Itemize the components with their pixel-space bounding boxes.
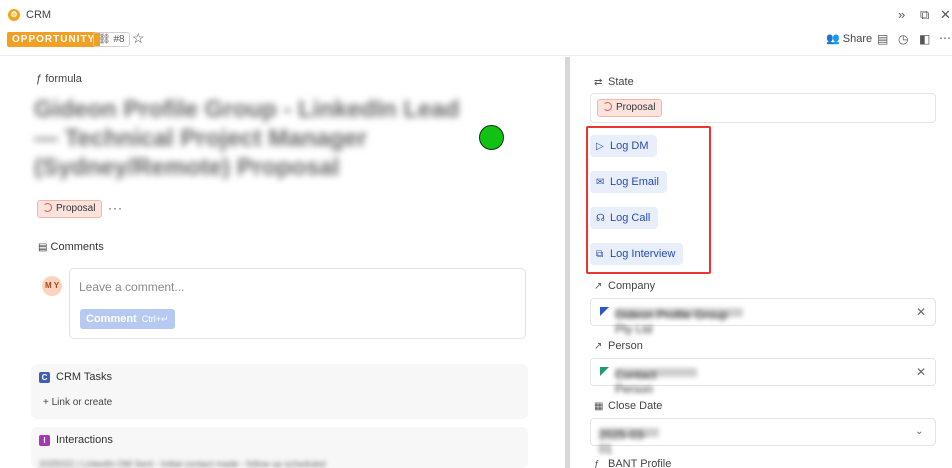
interactions-section: I Interactions 2025022 | LinkedIn DM Sen… [31,427,528,468]
crm-tasks-icon: C [39,372,50,383]
comment-icon[interactable]: ▤ [877,31,888,47]
people-icon: 👥 [826,33,840,45]
link-or-create-label: Link or create [51,397,113,408]
comments-heading: ▤ Comments [38,241,104,253]
company-value: Gideon Profile Group Pty Ltd [615,308,743,336]
close-date-label-text: Close Date [608,400,663,412]
record-title[interactable]: Gideon Profile Group - LinkedIn Lead — T… [26,91,476,179]
expand-icon[interactable]: ⧉ [920,7,929,23]
history-icon[interactable]: ◷ [898,31,908,47]
progress-ring-icon [43,203,52,212]
state-field[interactable]: Proposal [590,93,936,123]
link-or-create-button[interactable]: + Link or create [43,397,112,408]
comment-shortcut: Ctrl+↵ [141,314,169,324]
company-type-icon [600,307,609,316]
company-label-text: Company [608,280,656,292]
state-label: ⇄ State [594,76,634,88]
chevron-down-icon[interactable]: ⌄ [915,425,923,439]
progress-ring-icon [603,102,612,111]
formula-label: ƒ formula [36,73,82,85]
star-icon[interactable]: ☆ [132,30,145,47]
crm-tasks-section: C CRM Tasks + Link or create [31,364,528,419]
comment-input[interactable]: Leave a comment... [79,280,184,294]
clear-company-icon[interactable]: ✕ [916,305,926,319]
comment-button-label: Comment [86,313,137,325]
more-options-icon[interactable]: ⋯ [939,30,951,46]
crm-tasks-title: CRM Tasks [56,371,113,383]
link-count-badge[interactable]: ⛓ #8 [93,32,130,47]
formula-icon: ƒ [36,73,43,85]
app-name: CRM [26,9,52,21]
layout-icon[interactable]: ◧ [919,31,930,47]
properties-panel: ⇄ State Proposal ▷ Log DM ✉ Log Email ☊ Log … [570,57,952,468]
state-chip-label: Proposal [56,203,96,214]
avatar: M Y [42,276,62,296]
state-icon: ⇄ [594,77,603,88]
link-count: 8 [119,34,125,45]
close-date-value: 2025-03-01 [599,428,659,456]
formula-icon: ƒ [594,459,600,468]
crm-app-icon: ⚙ [8,9,20,21]
person-type-icon [600,367,609,376]
state-value-chip[interactable]: Proposal [597,99,663,117]
person-value: Contact Person [615,368,697,396]
link-arrow-icon: ↗ [594,281,603,292]
close-date-label: ▦ Close Date [594,400,662,412]
link-icon: ⛓ [98,34,111,45]
record-main: ƒ formula Gideon Profile Group - LinkedI… [0,57,565,468]
state-label-text: State [608,76,634,88]
comments-heading-text: Comments [50,241,104,253]
clear-person-icon[interactable]: ✕ [916,365,926,379]
share-label: Share [842,33,873,45]
plus-icon: + [43,397,49,408]
double-chevron-right-icon[interactable]: » [898,7,905,23]
person-field[interactable]: Contact Person ✕ [590,358,936,396]
interactions-icon: I [39,435,50,446]
comment-box[interactable]: Leave a comment... Comment Ctrl+↵ [69,268,526,339]
person-label: ↗ Person [594,340,643,352]
formula-text: formula [45,73,82,85]
interaction-row[interactable]: 2025022 | LinkedIn DM Sent - Initial con… [39,459,519,468]
highlight-box [586,126,711,274]
interactions-title: Interactions [56,434,113,446]
top-bar: ⚙ CRM OPPORTUNITY ⛓ #8 ☆ » ⧉ ✕ 👥 Share ▤… [0,0,952,56]
status-indicator [479,125,504,150]
more-icon[interactable]: ··· [108,201,123,215]
state-value: Proposal [616,102,656,113]
comment-button[interactable]: Comment Ctrl+↵ [80,309,175,329]
record-type-badge: OPPORTUNITY [7,32,101,47]
company-label: ↗ Company [594,280,655,292]
calendar-icon: ▦ [594,401,604,412]
close-date-field[interactable]: 2025-03-01 ⌄ [590,418,936,456]
bant-profile-label: ƒ BANT Profile [594,458,671,468]
share-button[interactable]: 👥 Share [826,32,872,46]
state-chip[interactable]: Proposal [37,200,103,218]
person-label-text: Person [608,340,643,352]
link-arrow-icon: ↗ [594,341,603,352]
company-field[interactable]: Gideon Profile Group Pty Ltd ✕ [590,298,936,336]
close-icon[interactable]: ✕ [940,7,951,23]
comment-icon: ▤ [38,242,48,253]
bant-profile-label-text: BANT Profile [608,458,672,468]
